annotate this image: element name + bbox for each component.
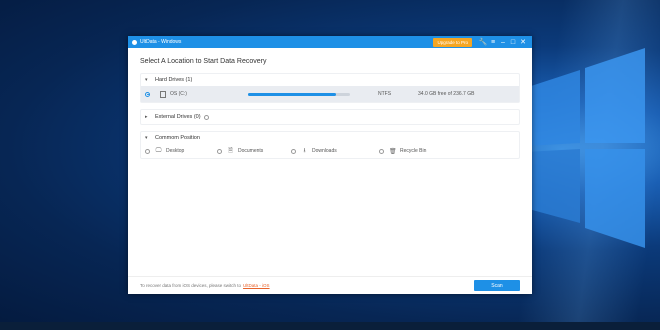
common-position-section: ▾ Commom Position 🖵 Desktop 🗎 Documents … xyxy=(140,131,520,159)
location-desktop[interactable]: 🖵 Desktop xyxy=(145,148,217,155)
chevron-right-icon[interactable]: ▸ xyxy=(145,114,155,120)
location-label: Recycle Bin xyxy=(400,148,427,154)
drive-usage-bar xyxy=(248,92,350,96)
drive-free-space: 34.0 GB free of 236.7 GB xyxy=(418,91,475,97)
drive-icon xyxy=(160,90,166,98)
location-downloads[interactable]: ⭳ Downloads xyxy=(291,146,379,156)
hard-drives-label: Hard Drives (1) xyxy=(155,77,193,83)
location-label: Desktop xyxy=(166,148,185,154)
ios-hint-text: To recover data from iOS devices, please… xyxy=(140,283,242,288)
scan-button[interactable]: Scan xyxy=(474,280,520,291)
drive-name: OS (C:) xyxy=(170,91,187,97)
location-label: Downloads xyxy=(312,148,337,154)
chevron-down-icon[interactable]: ▾ xyxy=(145,135,155,141)
common-position-label: Commom Position xyxy=(155,135,200,141)
drive-filesystem: NTFS xyxy=(378,91,392,97)
footer-bar: To recover data from iOS devices, please… xyxy=(128,276,532,294)
location-label: Documents xyxy=(238,148,264,154)
wrench-icon[interactable]: 🔧 xyxy=(478,36,488,48)
upgrade-button[interactable]: Upgrade to Pro xyxy=(433,37,472,47)
location-documents[interactable]: 🗎 Documents xyxy=(217,146,291,156)
maximize-icon[interactable]: □ xyxy=(508,36,518,48)
common-position-header[interactable]: ▾ Commom Position xyxy=(141,132,519,144)
ultdata-ios-link[interactable]: UltData - iOS xyxy=(243,283,270,288)
windows-logo-wallpaper xyxy=(525,48,645,248)
external-drives-label: External Drives (0) xyxy=(155,114,201,120)
main-content: Select A Location to Start Data Recovery… xyxy=(128,48,532,159)
common-position-row: 🖵 Desktop 🗎 Documents ⭳ Downloads 🗑 Recy xyxy=(141,144,519,158)
hard-drives-header[interactable]: ▾ Hard Drives (1) xyxy=(141,74,519,86)
drive-radio[interactable] xyxy=(145,91,150,97)
minimize-icon[interactable]: – xyxy=(498,36,508,48)
location-radio[interactable] xyxy=(217,148,222,154)
drive-usage-fill xyxy=(248,92,336,96)
refresh-icon[interactable] xyxy=(203,114,209,120)
window-title: UltData - Windows xyxy=(140,39,182,45)
location-radio[interactable] xyxy=(379,148,384,154)
document-icon: 🗎 xyxy=(228,148,233,154)
recycle-bin-icon: 🗑 xyxy=(389,148,397,155)
download-icon: ⭳ xyxy=(303,148,306,154)
taskbar xyxy=(0,322,660,330)
external-drives-section: ▸ External Drives (0) xyxy=(140,109,520,125)
chevron-down-icon[interactable]: ▾ xyxy=(145,77,155,83)
hard-drives-section: ▾ Hard Drives (1) OS (C:) NTFS 34.0 GB f… xyxy=(140,73,520,103)
app-window: UltData - Windows Upgrade to Pro 🔧 ≡ – □… xyxy=(128,36,532,294)
app-logo-icon xyxy=(132,39,137,45)
menu-icon[interactable]: ≡ xyxy=(488,36,498,48)
desktop-icon: 🖵 xyxy=(155,147,162,154)
close-icon[interactable]: ✕ xyxy=(518,36,528,48)
external-drives-header[interactable]: ▸ External Drives (0) xyxy=(141,110,519,124)
drive-row[interactable]: OS (C:) NTFS 34.0 GB free of 236.7 GB xyxy=(141,86,519,102)
location-radio[interactable] xyxy=(145,148,150,154)
location-radio[interactable] xyxy=(291,148,296,154)
page-title: Select A Location to Start Data Recovery xyxy=(140,58,267,65)
title-bar: UltData - Windows Upgrade to Pro 🔧 ≡ – □… xyxy=(128,36,532,48)
location-recycle-bin[interactable]: 🗑 Recycle Bin xyxy=(379,148,426,155)
